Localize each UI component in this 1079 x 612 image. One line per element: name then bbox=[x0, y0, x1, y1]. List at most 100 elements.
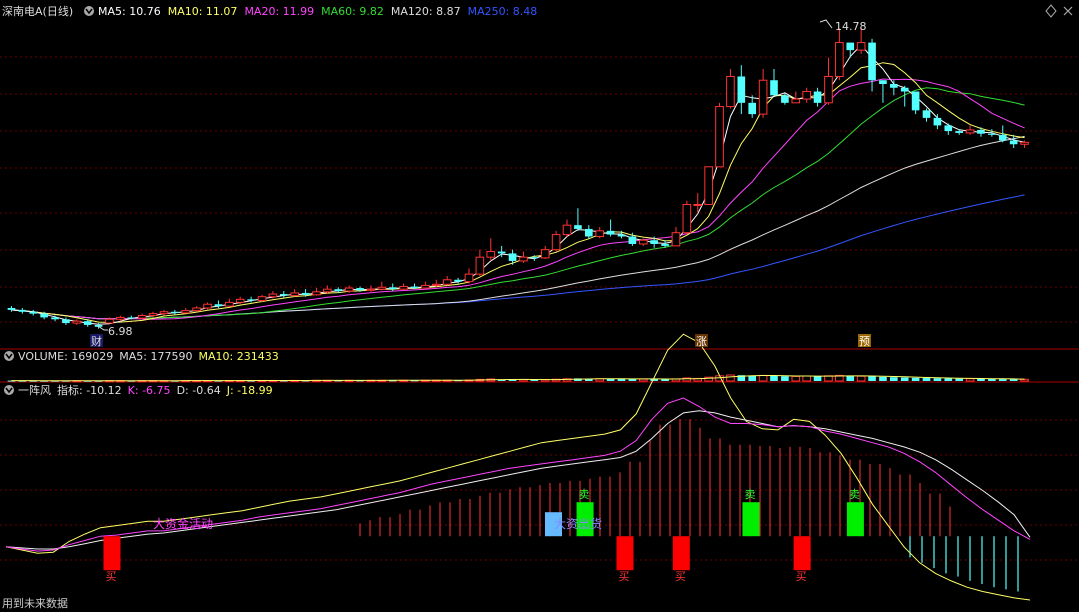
candle bbox=[835, 28, 844, 81]
candle-body bbox=[116, 316, 125, 320]
volume-bar bbox=[922, 378, 931, 381]
candle-body bbox=[323, 288, 332, 293]
ma-label-1: MA10: 11.07 bbox=[168, 5, 238, 18]
candle-body bbox=[356, 288, 364, 291]
candle bbox=[7, 306, 16, 312]
volume-bar bbox=[965, 378, 975, 382]
svg-text:涨: 涨 bbox=[696, 335, 707, 348]
sell-marker: 买 bbox=[793, 536, 811, 583]
candle bbox=[748, 95, 757, 118]
candle-body bbox=[51, 317, 59, 320]
buy-char: 买 bbox=[618, 570, 629, 583]
candle-body bbox=[835, 42, 844, 77]
volume-bar bbox=[748, 376, 757, 381]
marker-cai[interactable]: 财 bbox=[90, 334, 103, 348]
candle-body bbox=[497, 251, 506, 254]
marker-yu[interactable]: 预 bbox=[858, 334, 871, 348]
close-icon[interactable] bbox=[1063, 6, 1073, 16]
candle-body bbox=[203, 303, 212, 309]
volume-bar bbox=[933, 378, 942, 381]
volume-label-0: VOLUME: 169029 bbox=[18, 350, 113, 363]
candle-body bbox=[83, 321, 92, 325]
candle-body bbox=[922, 110, 931, 118]
low-pointer bbox=[97, 325, 108, 331]
candle-body bbox=[551, 234, 561, 251]
candle-body bbox=[584, 228, 593, 237]
candle-body bbox=[617, 234, 626, 237]
candle bbox=[159, 309, 169, 316]
candle-body bbox=[290, 292, 299, 297]
candle-body bbox=[638, 239, 648, 245]
buy-marker: 卖 bbox=[742, 488, 760, 537]
candle bbox=[813, 87, 822, 107]
indicator-label-4: J: -18.99 bbox=[226, 384, 273, 397]
high-price-label: 14.78 bbox=[835, 20, 867, 33]
volume-bar bbox=[868, 376, 876, 381]
sell-char: 卖 bbox=[744, 488, 755, 501]
candle bbox=[584, 225, 593, 239]
candle bbox=[879, 80, 887, 103]
candle-body bbox=[225, 301, 234, 307]
indicator-label-3: D: -0.64 bbox=[177, 384, 221, 397]
candle-body bbox=[1009, 140, 1018, 145]
grid-lines bbox=[0, 56, 1079, 561]
candle-body bbox=[944, 125, 953, 132]
candle bbox=[29, 309, 38, 316]
candle-body bbox=[247, 299, 255, 301]
candle-body bbox=[715, 106, 724, 168]
sell-block bbox=[672, 536, 690, 571]
candle-body bbox=[791, 98, 801, 104]
candle-body bbox=[464, 273, 474, 283]
candle-body bbox=[530, 257, 539, 259]
candle bbox=[802, 87, 811, 103]
volume-bar bbox=[770, 375, 778, 381]
volume-label-2: MA10: 231433 bbox=[198, 350, 278, 363]
sell-char: 卖 bbox=[849, 488, 860, 501]
candle bbox=[399, 283, 408, 291]
candle-body bbox=[442, 279, 452, 285]
sell-block bbox=[103, 536, 121, 571]
candle bbox=[171, 309, 179, 315]
candle-body bbox=[72, 320, 82, 324]
marker-zhang[interactable]: 涨 bbox=[695, 334, 708, 348]
stock-title: 深南电A(日线) bbox=[2, 4, 73, 18]
ma-label-2: MA20: 11.99 bbox=[244, 5, 314, 18]
svg-text:财: 财 bbox=[91, 334, 102, 348]
indicator-collapse-icon[interactable] bbox=[4, 385, 14, 395]
candle bbox=[770, 68, 778, 96]
candle bbox=[137, 313, 147, 320]
candle-body bbox=[399, 286, 408, 290]
volume-label-1: MA5: 177590 bbox=[119, 350, 192, 363]
candle-body bbox=[454, 279, 462, 282]
stock-chart: 买买买买卖卖卖 深南电A(日线) MA5: 10.76 MA10: 11.07 MA… bbox=[0, 4, 1079, 610]
candle bbox=[72, 319, 82, 325]
candle-body bbox=[900, 87, 909, 92]
candle-body bbox=[574, 225, 582, 229]
candle-body bbox=[214, 304, 223, 307]
candle bbox=[312, 288, 321, 296]
candle bbox=[922, 108, 931, 122]
ma5-line bbox=[11, 44, 1025, 325]
svg-text:预: 预 bbox=[859, 335, 870, 348]
ma-label-5: MA250: 8.48 bbox=[468, 5, 538, 18]
candle-body bbox=[18, 309, 27, 312]
candle-body bbox=[508, 253, 517, 261]
buy-char: 买 bbox=[675, 570, 686, 583]
candle-body bbox=[268, 293, 278, 298]
diamond-icon[interactable] bbox=[1045, 4, 1057, 18]
ma250-line bbox=[11, 194, 1025, 320]
ma-label-0: MA5: 10.76 bbox=[98, 5, 161, 18]
candle-body bbox=[301, 292, 310, 295]
candle-body bbox=[595, 230, 605, 237]
candle-body bbox=[388, 287, 397, 290]
candle-body bbox=[431, 283, 441, 286]
candle-body bbox=[105, 318, 114, 324]
candle-body bbox=[868, 42, 876, 81]
candle-body bbox=[955, 131, 964, 133]
candle-body bbox=[856, 42, 866, 51]
sell-marker: 买 bbox=[616, 536, 634, 583]
volume-bar bbox=[802, 375, 811, 382]
panel-collapse-icon[interactable] bbox=[84, 6, 94, 16]
volume-bar bbox=[879, 376, 887, 381]
volume-collapse-icon[interactable] bbox=[4, 351, 14, 361]
